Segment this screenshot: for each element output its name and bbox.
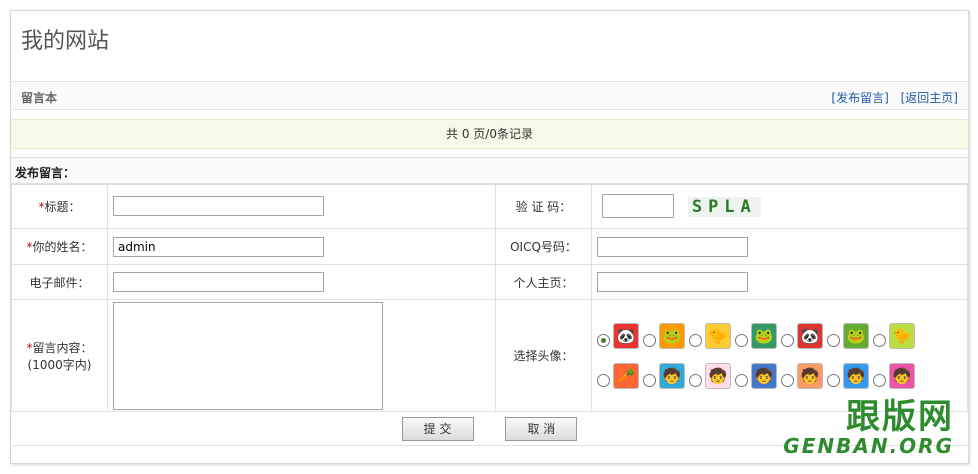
avatar-face-icon: 🐼 bbox=[613, 322, 639, 349]
top-links: [发布留言] [返回主页] bbox=[823, 89, 958, 106]
avatar-radio[interactable] bbox=[873, 333, 886, 347]
post-message-link[interactable]: [发布留言] bbox=[831, 91, 888, 105]
avatar-face-icon: 🐼 bbox=[797, 322, 823, 349]
avatar-face-icon: 🐸 bbox=[751, 322, 777, 349]
avatar-face-icon: 🧒 bbox=[797, 362, 823, 389]
avatar-option[interactable]: 🧒 bbox=[643, 362, 685, 389]
avatar-option[interactable]: 🐤 bbox=[873, 322, 915, 349]
avatar-radio[interactable] bbox=[827, 373, 840, 387]
avatar-option[interactable]: 🧒 bbox=[735, 362, 777, 389]
name-label: 你的姓名： bbox=[32, 240, 93, 254]
avatar-option[interactable]: 🐤 bbox=[689, 322, 731, 349]
section-title: 留言本 bbox=[21, 91, 58, 105]
avatar-radio[interactable] bbox=[781, 373, 794, 387]
avatar-face-icon: 🧒 bbox=[889, 362, 915, 389]
divider bbox=[11, 109, 968, 110]
avatar-radio[interactable] bbox=[643, 333, 656, 347]
homepage-input[interactable] bbox=[597, 272, 748, 292]
avatar-option[interactable]: 🐼 bbox=[781, 322, 823, 349]
captcha-image[interactable]: SPLA bbox=[687, 196, 761, 217]
avatar-radio[interactable] bbox=[643, 373, 656, 387]
avatar-radio[interactable] bbox=[689, 373, 702, 387]
avatar-face-icon: 🧒 bbox=[705, 362, 731, 389]
avatar-option[interactable]: 🐸 bbox=[827, 322, 869, 349]
avatar-radio[interactable] bbox=[827, 333, 840, 347]
pagination-bar: 共 0 页/0条记录 bbox=[11, 119, 968, 149]
form-header-title: 发布留言： bbox=[15, 166, 76, 180]
page-frame: 我的网站 留言本 [发布留言] [返回主页] 共 0 页/0条记录 发布留言： … bbox=[10, 10, 969, 464]
form-header: 发布留言： bbox=[11, 157, 968, 185]
email-label: 电子邮件： bbox=[29, 275, 90, 290]
cancel-button[interactable]: 取 消 bbox=[505, 416, 578, 441]
avatar-face-icon: 🐸 bbox=[659, 322, 685, 349]
avatar-label: 选择头像： bbox=[513, 349, 574, 363]
content-textarea[interactable] bbox=[113, 301, 383, 410]
avatar-option[interactable]: 🧒 bbox=[781, 362, 823, 389]
site-title: 我的网站 bbox=[21, 29, 110, 54]
email-input[interactable] bbox=[113, 272, 324, 292]
avatar-face-icon: 🧒 bbox=[751, 362, 777, 389]
avatar-face-icon: 🥕 bbox=[613, 362, 639, 389]
avatar-option[interactable]: 🧒 bbox=[827, 362, 869, 389]
avatar-option[interactable]: 🐸 bbox=[735, 322, 777, 349]
avatar-option[interactable]: 🐸 bbox=[643, 322, 685, 349]
back-home-link[interactable]: [返回主页] bbox=[901, 91, 958, 105]
avatar-face-icon: 🐤 bbox=[889, 322, 915, 349]
avatar-radio[interactable] bbox=[735, 333, 748, 347]
avatar-radio[interactable] bbox=[689, 333, 702, 347]
avatar-option[interactable]: 🧒 bbox=[689, 362, 731, 389]
avatar-face-icon: 🐸 bbox=[843, 322, 869, 349]
guestbook-bar: 留言本 [发布留言] [返回主页] bbox=[11, 82, 968, 109]
qq-label: OICQ号码： bbox=[510, 240, 577, 254]
avatar-row-2: 🥕 🧒 🧒 🧒 🧒 🧒 🧒 bbox=[597, 356, 967, 396]
watermark-logo: 跟版网 GENBAN.ORG bbox=[783, 397, 954, 458]
homepage-label: 个人主页： bbox=[513, 275, 574, 290]
avatar-option[interactable]: 🥕 bbox=[597, 362, 639, 389]
avatar-row-1: 🐼 🐸 🐤 🐸 🐼 🐸 🐤 bbox=[597, 316, 967, 356]
captcha-label: 验 证 码： bbox=[515, 199, 572, 214]
avatar-face-icon: 🧒 bbox=[843, 362, 869, 389]
avatar-face-icon: 🐤 bbox=[705, 322, 731, 349]
title-label-cell: *标题： bbox=[11, 183, 108, 229]
content-label: 留言内容： bbox=[32, 340, 93, 355]
captcha-input[interactable] bbox=[602, 194, 674, 218]
avatar-radio[interactable] bbox=[781, 333, 794, 347]
avatar-radio[interactable] bbox=[873, 373, 886, 387]
avatar-radio[interactable] bbox=[597, 373, 610, 387]
avatar-radio[interactable] bbox=[597, 333, 610, 347]
content-hint: (1000字内) bbox=[27, 357, 92, 372]
avatar-option[interactable]: 🐼 bbox=[597, 322, 639, 349]
qq-input[interactable] bbox=[597, 236, 748, 257]
avatar-face-icon: 🧒 bbox=[659, 362, 685, 389]
name-input[interactable] bbox=[113, 236, 324, 257]
title-input[interactable] bbox=[113, 196, 324, 216]
submit-button[interactable]: 提 交 bbox=[401, 416, 474, 441]
avatar-option[interactable]: 🧒 bbox=[873, 362, 915, 389]
title-label: 标题： bbox=[44, 199, 81, 214]
avatar-radio[interactable] bbox=[735, 373, 748, 387]
